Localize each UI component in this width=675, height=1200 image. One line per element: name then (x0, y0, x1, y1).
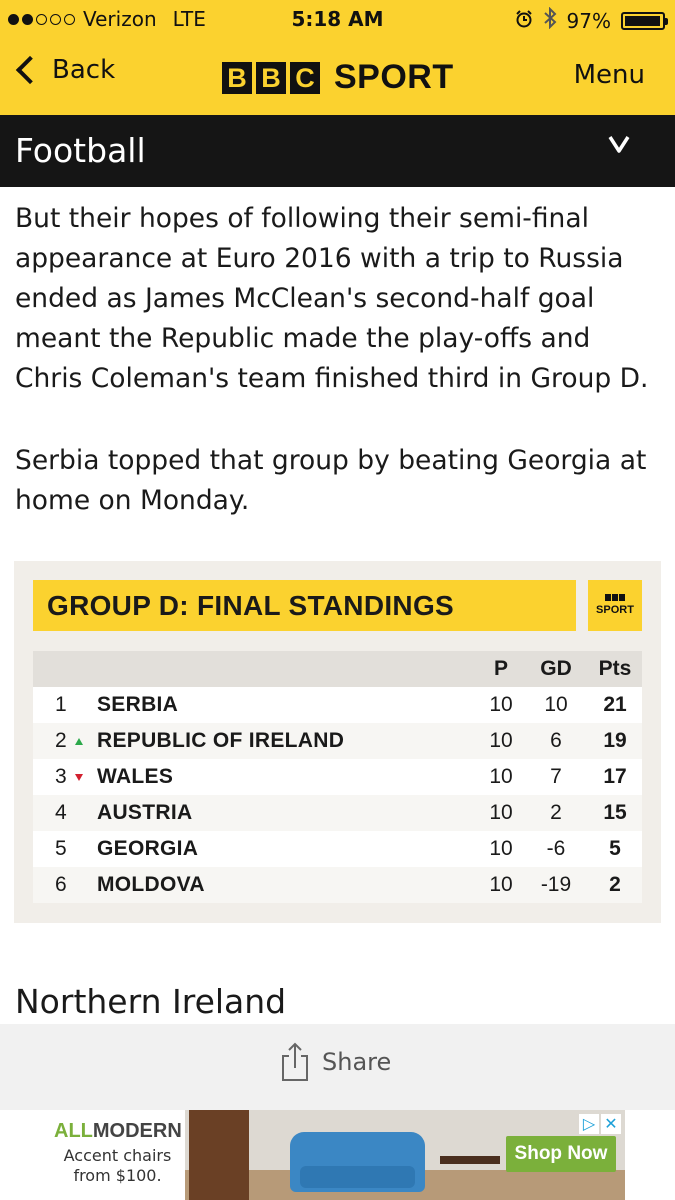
chevron-left-icon (15, 55, 45, 85)
app-header: Verizon LTE 5:18 AM 97% Back B B C SPORT… (0, 0, 675, 115)
back-button[interactable]: Back (14, 55, 115, 85)
ad-brand-logo: ALLMODERN (54, 1120, 182, 1143)
table-row: 3 WALES 10 7 17 (33, 759, 642, 795)
standings-header-row: P GD Pts (33, 651, 642, 687)
points-cell: 5 (609, 837, 621, 860)
position-cell: 1 (55, 693, 67, 716)
article-paragraph: Serbia topped that group by beating Geor… (15, 445, 647, 516)
column-header-goal-difference: GD (540, 657, 572, 680)
section-subheading: Northern Ireland (15, 982, 287, 1021)
share-button[interactable]: Share (280, 1042, 391, 1082)
section-title: Football (15, 131, 146, 170)
played-cell: 10 (489, 801, 513, 824)
back-label: Back (52, 55, 116, 85)
ad-copy-line: from $100. (73, 1166, 162, 1185)
battery-percent: 97% (566, 8, 611, 33)
points-cell: 17 (603, 765, 627, 788)
points-cell: 2 (609, 873, 621, 896)
bluetooth-icon (543, 6, 557, 34)
arrow-up-icon (75, 738, 83, 745)
ad-copy-line: Accent chairs (63, 1146, 172, 1165)
ad-copy: Accent chairs from $100. (50, 1146, 185, 1186)
table-row: 6 MOLDOVA 10 -19 2 (33, 867, 642, 903)
goal-difference-cell: 2 (550, 801, 562, 824)
goal-difference-cell: -6 (546, 837, 566, 860)
ad-brand-part: ALL (54, 1120, 93, 1142)
alarm-icon (515, 9, 533, 33)
position-cell: 2 (55, 729, 67, 752)
logo-word: SPORT (334, 58, 454, 96)
share-bar: Share (0, 1024, 675, 1110)
points-cell: 19 (603, 729, 627, 752)
share-label: Share (322, 1048, 392, 1076)
column-header-points: Pts (598, 657, 632, 680)
ad-info-icon[interactable]: ▷ (579, 1114, 599, 1134)
bbc-sport-logo[interactable]: B B C SPORT (222, 58, 454, 97)
position-cell: 3 (55, 765, 67, 788)
team-cell: SERBIA (97, 693, 179, 716)
goal-difference-cell: -19 (540, 873, 572, 896)
status-bar: Verizon LTE 5:18 AM 97% (0, 0, 675, 38)
table-row: 1 SERBIA 10 10 21 (33, 687, 642, 723)
ad-banner[interactable]: ALLMODERN Accent chairs from $100. Shop … (50, 1110, 625, 1200)
standings-title: GROUP D: FINAL STANDINGS (47, 590, 454, 621)
ad-brand-panel[interactable]: ALLMODERN Accent chairs from $100. (50, 1110, 185, 1200)
standings-graphic: GROUP D: FINAL STANDINGS SPORT P GD Pts … (14, 561, 661, 923)
arrow-down-icon (75, 774, 83, 781)
column-header-played: P (493, 657, 508, 680)
played-cell: 10 (489, 765, 513, 788)
table-row: 5 GEORGIA 10 -6 5 (33, 831, 642, 867)
standings-title-bar: GROUP D: FINAL STANDINGS (33, 580, 576, 631)
played-cell: 10 (489, 693, 513, 716)
team-cell: AUSTRIA (97, 801, 193, 824)
position-cell: 4 (55, 801, 67, 824)
played-cell: 10 (489, 873, 513, 896)
goal-difference-cell: 6 (550, 729, 562, 752)
section-bar[interactable]: Football (0, 115, 675, 187)
bbc-sport-badge: SPORT (588, 580, 642, 631)
team-cell: WALES (97, 765, 174, 788)
table-row: 4 AUSTRIA 10 2 15 (33, 795, 642, 831)
badge-word: SPORT (596, 604, 634, 616)
team-cell: MOLDOVA (97, 873, 205, 896)
played-cell: 10 (489, 837, 513, 860)
ad-brand-part: MODERN (92, 1120, 182, 1142)
ad-close-icon[interactable]: ✕ (601, 1114, 621, 1134)
points-cell: 15 (603, 801, 627, 824)
shop-now-button[interactable]: Shop Now (506, 1136, 616, 1172)
logo-letter: B (222, 61, 252, 94)
goal-difference-cell: 7 (550, 765, 562, 788)
played-cell: 10 (489, 729, 513, 752)
ad-choices-icon[interactable]: ▷ ✕ (579, 1114, 621, 1134)
chevron-down-icon[interactable] (608, 133, 630, 155)
points-cell: 21 (603, 693, 627, 716)
article-paragraph: But their hopes of following their semi-… (15, 203, 649, 394)
menu-button[interactable]: Menu (574, 60, 645, 90)
goal-difference-cell: 10 (544, 693, 568, 716)
team-cell: GEORGIA (97, 837, 199, 860)
table-row: 2 REPUBLIC OF IRELAND 10 6 19 (33, 723, 642, 759)
position-cell: 6 (55, 873, 67, 896)
team-cell: REPUBLIC OF IRELAND (97, 729, 345, 752)
share-icon (282, 1042, 308, 1081)
logo-letter: C (290, 61, 320, 94)
position-cell: 5 (55, 837, 67, 860)
logo-letter: B (256, 61, 286, 94)
battery-icon (621, 11, 668, 30)
